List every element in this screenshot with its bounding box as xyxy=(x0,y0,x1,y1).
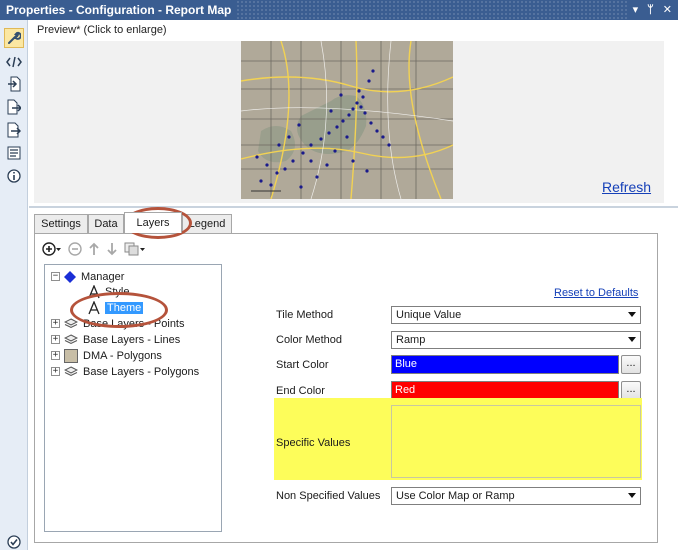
polygon-icon xyxy=(64,348,78,363)
tab-layers[interactable]: Layers xyxy=(124,212,182,233)
map-image xyxy=(241,41,453,199)
layers-icon xyxy=(64,333,78,344)
collapse-icon[interactable]: − xyxy=(51,272,60,281)
tree-item-label: Base Layers - Points xyxy=(83,317,185,330)
tree-item-label: Base Layers - Lines xyxy=(83,333,181,346)
pin-icon[interactable]: ᛘ xyxy=(647,0,654,20)
tile-method-label: Tile Method xyxy=(276,309,334,321)
start-color-field[interactable]: Blue xyxy=(391,355,619,374)
tree-item-theme[interactable]: Theme xyxy=(87,300,144,315)
tree-item-manager[interactable]: − Manager xyxy=(51,269,124,284)
annotation-button[interactable] xyxy=(4,143,24,163)
expand-icon[interactable]: + xyxy=(51,335,60,344)
move-down-button[interactable] xyxy=(106,242,118,256)
xml-icon xyxy=(6,56,22,68)
end-color-label: End Color xyxy=(276,385,325,397)
wrench-icon xyxy=(8,31,21,44)
side-toolbar xyxy=(0,20,28,550)
tree-item-label: Style xyxy=(105,285,130,298)
non-specified-values-value: Use Color Map or Ramp xyxy=(396,490,515,502)
tab-data[interactable]: Data xyxy=(88,214,124,233)
chevron-down-icon xyxy=(628,312,636,317)
xml-button[interactable] xyxy=(4,52,24,72)
chevron-down-icon xyxy=(628,493,636,498)
non-specified-values-label: Non Specified Values xyxy=(276,490,381,502)
input-button[interactable] xyxy=(4,74,24,94)
output-button[interactable] xyxy=(4,97,24,117)
tab-settings[interactable]: Settings xyxy=(34,214,88,233)
chevron-down-icon xyxy=(628,337,636,342)
configuration-button[interactable] xyxy=(4,28,24,48)
expand-icon[interactable]: + xyxy=(51,319,60,328)
move-up-button[interactable] xyxy=(88,242,100,256)
tile-method-select[interactable]: Unique Value xyxy=(391,306,641,324)
window-controls: ▾ ᛘ ✕ xyxy=(626,0,678,20)
annotation-icon xyxy=(7,146,21,160)
layers-icon xyxy=(64,317,78,328)
layer-tree: − Manager Style Theme + Base Layers - Po… xyxy=(44,264,222,532)
tree-toolbar xyxy=(42,241,146,257)
remove-layer-button[interactable] xyxy=(68,242,82,256)
output-icon xyxy=(7,99,21,115)
layers-icon xyxy=(64,365,78,376)
copy-layer-button[interactable] xyxy=(124,242,146,256)
theme-icon xyxy=(88,300,100,314)
remove-icon xyxy=(68,242,82,256)
color-method-value: Ramp xyxy=(396,334,426,346)
diamond-icon xyxy=(64,270,76,283)
preview-label: Preview* (Click to enlarge) xyxy=(37,24,167,36)
specific-values-input[interactable] xyxy=(391,405,641,478)
tree-item-label: Base Layers - Polygons xyxy=(83,365,200,378)
color-method-label: Color Method xyxy=(276,334,343,346)
checkmark-icon xyxy=(7,535,21,549)
add-layer-button[interactable] xyxy=(42,242,62,256)
start-color-label: Start Color xyxy=(276,359,329,371)
refresh-link[interactable]: Refresh xyxy=(602,179,651,195)
tree-item-base-layers-lines[interactable]: + Base Layers - Lines xyxy=(51,332,180,347)
arrow-down-icon xyxy=(107,243,117,256)
map-preview[interactable] xyxy=(241,41,453,199)
splitter[interactable] xyxy=(29,206,678,208)
tree-item-label: Theme xyxy=(105,301,144,314)
close-icon[interactable]: ✕ xyxy=(663,0,672,20)
title-bar: Properties - Configuration - Report Map … xyxy=(0,0,678,20)
window-title: Properties - Configuration - Report Map xyxy=(0,0,238,20)
tree-item-style[interactable]: Style xyxy=(87,284,129,299)
copy-icon xyxy=(124,242,145,256)
add-icon xyxy=(42,242,61,256)
tree-item-base-layers-polygons[interactable]: + Base Layers - Polygons xyxy=(51,364,199,379)
arrow-up-icon xyxy=(89,242,99,255)
export-button[interactable] xyxy=(4,120,24,140)
expand-icon[interactable]: + xyxy=(51,367,60,376)
info-button[interactable] xyxy=(4,166,24,186)
start-color-browse-button[interactable]: ... xyxy=(621,355,641,374)
tree-item-label: Manager xyxy=(81,270,125,283)
info-icon xyxy=(7,169,21,183)
tree-item-dma-polygons[interactable]: + DMA - Polygons xyxy=(51,348,162,363)
tile-method-value: Unique Value xyxy=(396,309,462,321)
input-icon xyxy=(8,76,21,92)
validate-button[interactable] xyxy=(4,532,24,552)
tree-item-label: DMA - Polygons xyxy=(83,349,162,362)
dropdown-icon[interactable]: ▾ xyxy=(633,0,639,20)
expand-icon[interactable]: + xyxy=(51,351,60,360)
specific-values-label: Specific Values xyxy=(276,437,351,449)
style-icon xyxy=(88,284,100,298)
tree-item-base-layers-points[interactable]: + Base Layers - Points xyxy=(51,316,185,331)
non-specified-values-select[interactable]: Use Color Map or Ramp xyxy=(391,487,641,505)
export-icon xyxy=(7,122,21,138)
color-method-select[interactable]: Ramp xyxy=(391,331,641,349)
tab-legend[interactable]: Legend xyxy=(182,214,232,233)
reset-to-defaults-link[interactable]: Reset to Defaults xyxy=(554,287,638,299)
